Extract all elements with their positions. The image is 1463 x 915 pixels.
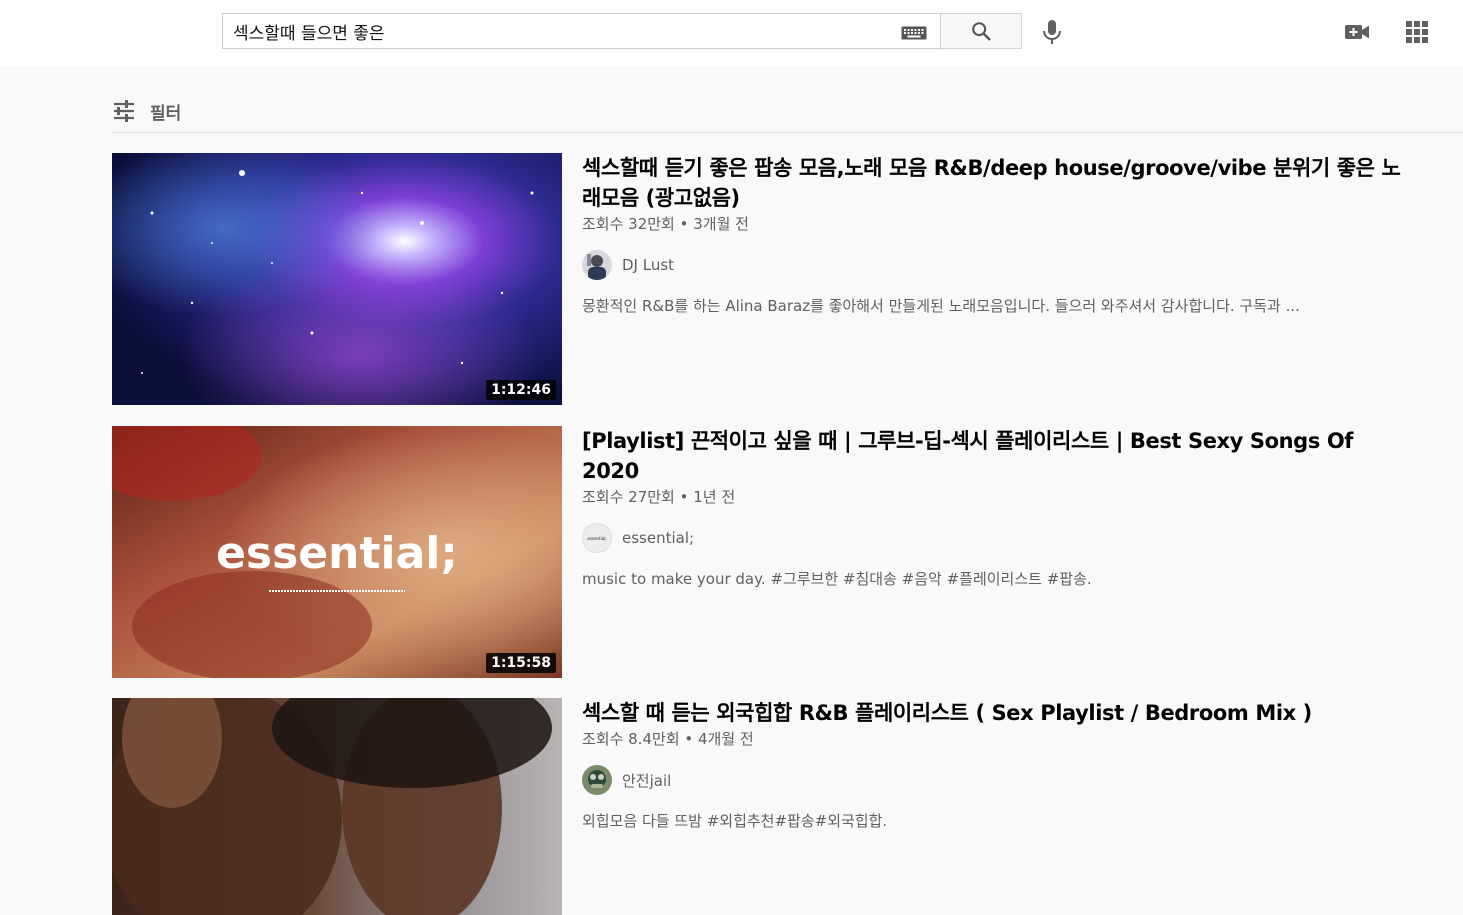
video-info: 섹스할때 듣기 좋은 팝송 모음,노래 모음 R&B/deep house/gr… — [582, 153, 1412, 316]
avatar-logo-text: essential; — [587, 535, 607, 541]
video-description: 외힙모음 다들 뜨밤 #외힙추천#팝송#외국힙합. — [582, 812, 888, 830]
video-description: music to make your day. #그루브한 #침대송 #음악 #… — [582, 570, 1092, 588]
video-info: [Playlist] 끈적이고 싶을 때 | 그루브-딥-섹시 플레이리스트 |… — [582, 426, 1412, 589]
couple-kiss-thumbnail-image — [112, 698, 562, 915]
video-title[interactable]: 섹스할때 듣기 좋은 팝송 모음,노래 모음 R&B/deep house/gr… — [582, 153, 1412, 213]
channel-info[interactable]: DJ Lust — [582, 250, 1412, 280]
channel-info[interactable]: 안전jail — [582, 765, 1412, 795]
video-result[interactable]: 1:12:46 섹스할때 듣기 좋은 팝송 모음,노래 모음 R&B/deep … — [112, 153, 1412, 405]
filter-bar: 필터 — [112, 92, 1463, 133]
video-thumbnail[interactable]: 1:12:46 — [112, 153, 562, 405]
keyboard-icon[interactable] — [901, 26, 927, 40]
apps-grid-icon — [1406, 21, 1428, 43]
search-button[interactable] — [941, 13, 1022, 49]
video-camera-plus-icon — [1345, 25, 1369, 39]
video-thumbnail[interactable] — [112, 698, 562, 915]
video-duration: 1:12:46 — [486, 380, 556, 400]
channel-avatar[interactable] — [582, 765, 612, 795]
filter-label: 필터 — [150, 103, 182, 124]
video-title[interactable]: 섹스할 때 듣는 외국힙합 R&B 플레이리스트 ( Sex Playlist … — [582, 698, 1412, 728]
couple-thumbnail-image: essential; — [112, 426, 562, 678]
video-thumbnail[interactable]: essential; 1:15:58 — [112, 426, 562, 678]
create-video-button[interactable] — [1344, 18, 1370, 46]
thumbnail-logo-text: essential; — [216, 528, 458, 579]
apps-button[interactable] — [1405, 20, 1429, 44]
filter-button[interactable]: 필터 — [112, 96, 181, 126]
search-box — [222, 13, 941, 49]
voice-search-button[interactable] — [1040, 18, 1064, 46]
channel-avatar[interactable] — [582, 250, 612, 280]
video-info: 섹스할 때 듣는 외국힙합 R&B 플레이리스트 ( Sex Playlist … — [582, 698, 1412, 831]
video-description: 몽환적인 R&B를 하는 Alina Baraz를 좋아해서 만들게된 노래모음… — [582, 297, 1300, 315]
video-meta: 조회수 32만회 • 3개월 전 — [582, 215, 749, 233]
video-meta: 조회수 8.4만회 • 4개월 전 — [582, 730, 754, 748]
video-meta: 조회수 27만회 • 1년 전 — [582, 488, 736, 506]
channel-avatar[interactable]: essential; — [582, 523, 612, 553]
video-result[interactable]: 섹스할 때 듣는 외국힙합 R&B 플레이리스트 ( Sex Playlist … — [112, 698, 1412, 915]
video-title[interactable]: [Playlist] 끈적이고 싶을 때 | 그루브-딥-섹시 플레이리스트 |… — [582, 426, 1412, 486]
masthead — [0, 0, 1463, 66]
channel-name[interactable]: 안전jail — [622, 770, 671, 791]
channel-name[interactable]: essential; — [622, 529, 694, 547]
video-result[interactable]: essential; 1:15:58 [Playlist] 끈적이고 싶을 때 … — [112, 426, 1412, 678]
galaxy-thumbnail-image — [112, 153, 562, 405]
search-icon — [972, 22, 991, 41]
channel-info[interactable]: essential; essential; — [582, 523, 1412, 553]
tune-icon — [114, 100, 134, 122]
search-input[interactable] — [223, 14, 883, 48]
channel-name[interactable]: DJ Lust — [622, 256, 674, 274]
video-duration: 1:15:58 — [486, 653, 556, 673]
microphone-icon — [1043, 20, 1061, 44]
